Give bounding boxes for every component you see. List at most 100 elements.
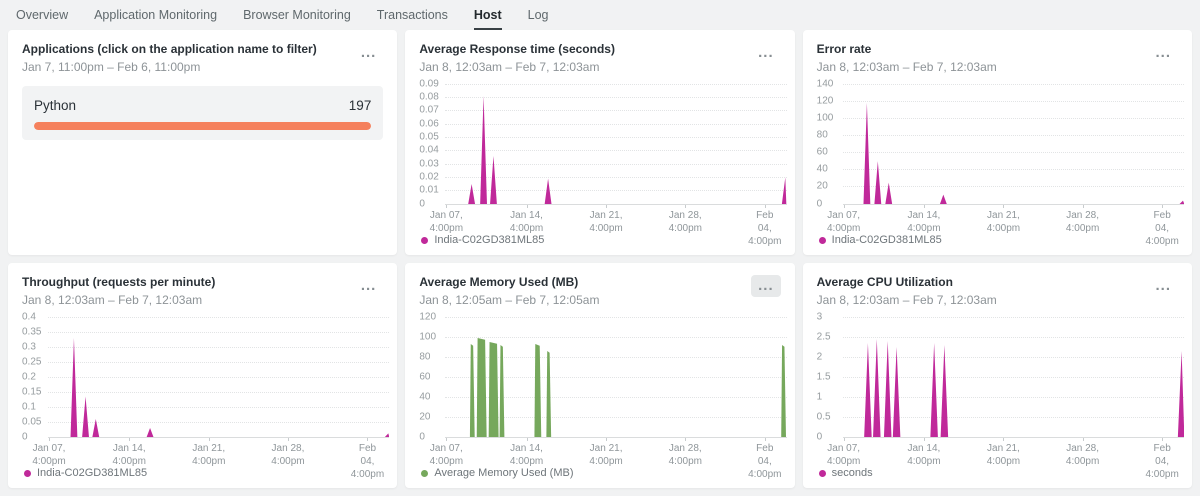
y-axis-tick-label: 0.3 (22, 341, 36, 352)
x-axis-tickmark (1083, 205, 1084, 208)
panel-average-cpu-utilization: Average CPU Utilization Jan 8, 12:03am –… (803, 263, 1192, 488)
chart-legend: India-C02GD381ML85 (24, 467, 147, 479)
y-axis-tick-label: 0.01 (419, 185, 438, 196)
y-axis-tick-label: 20 (419, 411, 430, 422)
y-axis-tick-label: 80 (817, 130, 828, 141)
x-axis-tickmark (1003, 205, 1004, 208)
tab-host[interactable]: Host (474, 0, 502, 30)
x-axis-tickmark (49, 438, 50, 441)
application-bar-track (34, 122, 371, 130)
chart-average-memory-used[interactable]: 120100806040200Jan 07, 4:00pmJan 14, 4:0… (419, 317, 786, 467)
tab-overview[interactable]: Overview (16, 0, 68, 30)
chart-error-rate[interactable]: 140120100806040200Jan 07, 4:00pmJan 14, … (817, 84, 1184, 234)
y-axis-tick-label: 100 (419, 331, 436, 342)
x-axis-tick-label: Jan 28, 4:00pm (271, 442, 304, 468)
panel-date-range: Jan 8, 12:03am – Feb 7, 12:03am (22, 293, 215, 307)
x-axis-tick-label: Jan 21, 4:00pm (987, 209, 1020, 235)
legend-label: Average Memory Used (MB) (434, 467, 573, 479)
more-menu-icon[interactable]: ... (354, 42, 384, 64)
y-axis-tick-label: 40 (419, 391, 430, 402)
panel-header-text: Average Response time (seconds) Jan 8, 1… (419, 42, 615, 74)
chart-series (843, 84, 1184, 204)
x-axis-tick-label: Jan 07, 4:00pm (430, 209, 463, 235)
panel-header-text: Average CPU Utilization Jan 8, 12:03am –… (817, 275, 997, 307)
y-axis-tick-label: 0.1 (22, 401, 36, 412)
y-axis-tick-label: 140 (817, 78, 834, 89)
x-axis-tick-label: Jan 28, 4:00pm (669, 442, 702, 468)
x-axis-tick-label: Jan 21, 4:00pm (589, 209, 622, 235)
dashboard-grid: Applications (click on the application n… (0, 30, 1200, 488)
tab-transactions[interactable]: Transactions (377, 0, 448, 30)
panel-header: Throughput (requests per minute) Jan 8, … (22, 275, 383, 307)
y-axis: 0.090.080.070.060.050.040.030.020.010 (419, 84, 445, 204)
more-menu-icon[interactable]: ... (354, 275, 384, 297)
panel-header-text: Error rate Jan 8, 12:03am – Feb 7, 12:03… (817, 42, 997, 74)
x-axis-tick-label: Jan 28, 4:00pm (1066, 442, 1099, 468)
chart-series (48, 317, 389, 437)
y-axis-tick-label: 120 (419, 311, 436, 322)
x-axis-tickmark (685, 438, 686, 441)
y-axis-tick-label: 0.09 (419, 78, 438, 89)
application-bar (34, 122, 371, 130)
y-axis: 120100806040200 (419, 317, 445, 437)
x-axis-tick-label: Jan 14, 4:00pm (510, 209, 543, 235)
plot-area[interactable] (843, 317, 1184, 438)
y-axis-tick-label: 20 (817, 181, 828, 192)
panel-date-range: Jan 8, 12:03am – Feb 7, 12:03am (817, 293, 997, 307)
plot-area[interactable] (445, 317, 786, 438)
tab-application-monitoring[interactable]: Application Monitoring (94, 0, 217, 30)
tab-log[interactable]: Log (528, 0, 549, 30)
y-axis: 0.40.350.30.250.20.150.10.050 (22, 317, 48, 437)
x-axis-tick-label: Jan 07, 4:00pm (827, 209, 860, 235)
y-axis-tick-label: 60 (817, 147, 828, 158)
x-axis-tickmark (924, 438, 925, 441)
application-count: 197 (349, 98, 372, 113)
x-axis-tickmark (606, 205, 607, 208)
tab-browser-monitoring[interactable]: Browser Monitoring (243, 0, 351, 30)
x-axis-tick-label: Feb 04, 4:00pm (748, 442, 781, 481)
y-axis-tick-label: 0.5 (817, 411, 831, 422)
panel-header: Average Response time (seconds) Jan 8, 1… (419, 42, 780, 74)
legend-dot-icon (421, 237, 428, 244)
x-axis-tick-label: Jan 28, 4:00pm (1066, 209, 1099, 235)
y-axis-tick-label: 2.5 (817, 331, 831, 342)
more-menu-icon[interactable]: ... (751, 275, 781, 297)
x-axis-tickmark (446, 438, 447, 441)
more-menu-icon[interactable]: ... (751, 42, 781, 64)
y-axis-tick-label: 80 (419, 351, 430, 362)
application-row: Python 197 (34, 98, 371, 113)
plot-area[interactable] (48, 317, 389, 438)
chart-series (843, 317, 1184, 437)
plot-area[interactable] (445, 84, 786, 205)
y-axis: 32.521.510.50 (817, 317, 843, 437)
y-axis-tick-label: 0.03 (419, 158, 438, 169)
x-axis-tick-label: Jan 21, 4:00pm (589, 442, 622, 468)
x-axis-tickmark (367, 438, 368, 441)
more-menu-icon[interactable]: ... (1148, 42, 1178, 64)
x-axis-tickmark (527, 438, 528, 441)
y-axis-tick-label: 0.4 (22, 311, 36, 322)
legend-label: India-C02GD381ML85 (37, 467, 147, 479)
more-menu-icon[interactable]: ... (1148, 275, 1178, 297)
y-axis-tick-label: 1 (817, 391, 823, 402)
y-axis-tick-label: 0.05 (22, 416, 41, 427)
x-axis-tickmark (924, 205, 925, 208)
chart-throughput[interactable]: 0.40.350.30.250.20.150.10.050Jan 07, 4:0… (22, 317, 389, 467)
y-axis-tick-label: 100 (817, 112, 834, 123)
y-axis-tick-label: 0.04 (419, 145, 438, 156)
panel-date-range: Jan 8, 12:05am – Feb 7, 12:05am (419, 293, 599, 307)
panel-date-range: Jan 8, 12:03am – Feb 7, 12:03am (419, 60, 615, 74)
x-axis-tick-label: Feb 04, 4:00pm (351, 442, 384, 481)
panel-header-text: Throughput (requests per minute) Jan 8, … (22, 275, 215, 307)
chart-average-response-time[interactable]: 0.090.080.070.060.050.040.030.020.010Jan… (419, 84, 786, 234)
plot-area[interactable] (843, 84, 1184, 205)
y-axis-tick-label: 0 (419, 198, 425, 209)
chart-average-cpu-utilization[interactable]: 32.521.510.50Jan 07, 4:00pmJan 14, 4:00p… (817, 317, 1184, 467)
y-axis-tick-label: 0.25 (22, 356, 41, 367)
y-axis-tick-label: 60 (419, 371, 430, 382)
panel-average-response-time: Average Response time (seconds) Jan 8, 1… (405, 30, 794, 255)
panel-title: Applications (click on the application n… (22, 42, 317, 58)
application-name[interactable]: Python (34, 98, 76, 113)
application-list-item[interactable]: Python 197 (22, 86, 383, 140)
chart-series (445, 317, 786, 437)
